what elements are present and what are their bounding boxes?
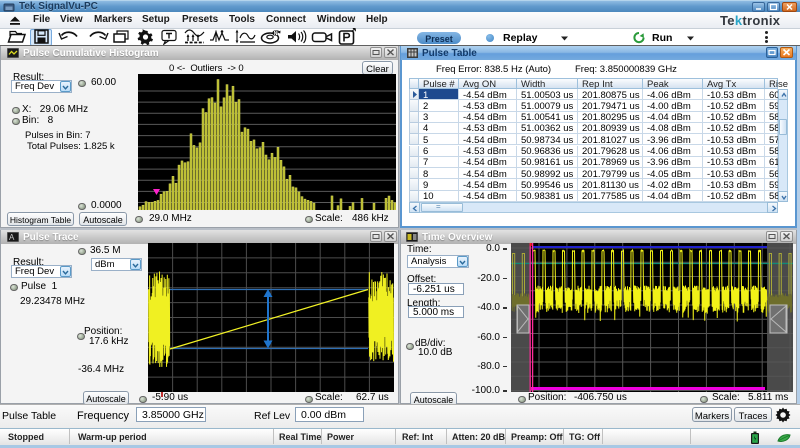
svg-text:N: N bbox=[274, 31, 278, 37]
svg-text:A: A bbox=[9, 233, 15, 242]
